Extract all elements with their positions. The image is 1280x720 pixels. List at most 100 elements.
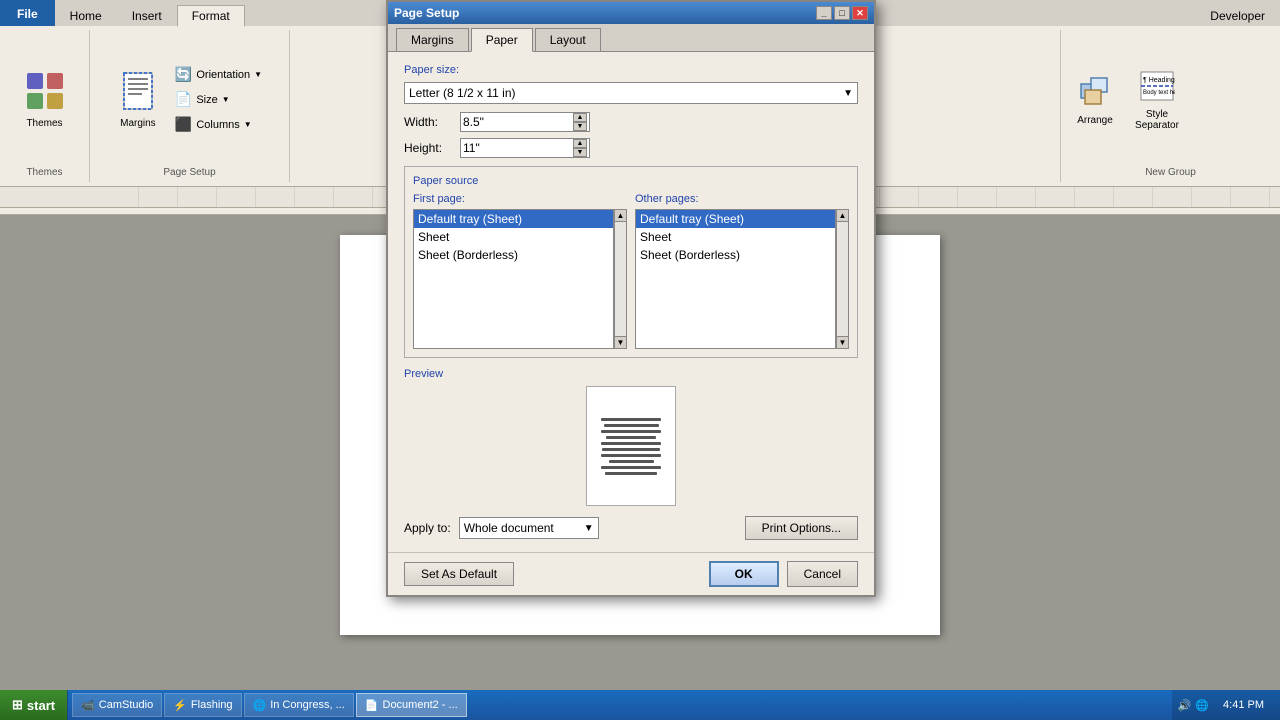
preview-line-3: [601, 430, 661, 433]
other-pages-scroll-track: [837, 222, 848, 336]
orientation-arrow: ▼: [254, 70, 262, 79]
svg-text:¶ Heading 1: ¶ Heading 1: [1143, 77, 1175, 84]
width-label: Width:: [404, 115, 454, 129]
tab-home[interactable]: Home: [55, 4, 117, 26]
arrange-label: Arrange: [1077, 115, 1113, 126]
first-page-scroll-down[interactable]: ▼: [615, 336, 626, 348]
style-separator-icon: ¶ Heading 1 Body text here: [1139, 68, 1175, 107]
first-page-label: First page:: [413, 193, 627, 205]
margins-icon: [120, 71, 156, 116]
apply-to-select[interactable]: Whole document ▼: [459, 517, 599, 539]
other-pages-item-1[interactable]: Sheet: [636, 228, 835, 246]
height-spin-down[interactable]: ▼: [573, 148, 587, 157]
first-page-listbox[interactable]: Default tray (Sheet) Sheet Sheet (Border…: [413, 209, 614, 349]
other-pages-scroll-down[interactable]: ▼: [837, 336, 848, 348]
height-spin-up[interactable]: ▲: [573, 139, 587, 148]
tab-file[interactable]: File: [0, 0, 55, 26]
page-setup-small-btns: 🔄 Orientation ▼ 📄 Size ▼ ⬛ Columns ▼: [170, 63, 267, 136]
set-as-default-button[interactable]: Set As Default: [404, 562, 514, 586]
cancel-button[interactable]: Cancel: [787, 561, 858, 587]
preview-line-8: [609, 460, 654, 463]
dialog-body: Paper size: Letter (8 1/2 x 11 in) ▼ Wid…: [388, 52, 874, 552]
apply-row: Apply to: Whole document ▼ Print Options…: [404, 516, 858, 540]
tab-layout[interactable]: Layout: [535, 28, 601, 51]
arrange-icon: [1077, 74, 1113, 113]
taskbar-tray: 🔊 🌐 4:41 PM: [1172, 690, 1280, 720]
start-icon: ⊞: [12, 697, 23, 713]
taskbar: ⊞ start 📹 CamStudio ⚡ Flashing 🌐 In Cong…: [0, 690, 1280, 720]
tab-insert[interactable]: Insert: [117, 4, 177, 26]
browser-label: In Congress, ...: [270, 699, 345, 711]
taskbar-item-word[interactable]: 📄 Document2 - ...: [356, 693, 467, 717]
source-row: First page: Default tray (Sheet) Sheet S…: [413, 193, 849, 349]
close-button[interactable]: ✕: [852, 6, 868, 20]
page-setup-content: Margins 🔄 Orientation ▼ 📄 Size ▼: [112, 34, 267, 165]
width-row: Width: 8.5" ▲ ▼: [404, 112, 858, 132]
first-page-scrollbar[interactable]: ▲ ▼: [614, 209, 627, 349]
start-button[interactable]: ⊞ start: [0, 690, 68, 720]
paper-size-select[interactable]: Letter (8 1/2 x 11 in) ▼: [404, 82, 858, 104]
style-separator-button[interactable]: ¶ Heading 1 Body text here Style Separat…: [1131, 66, 1183, 134]
tab-developer[interactable]: Developer: [1195, 4, 1280, 26]
margins-button[interactable]: Margins: [112, 66, 164, 134]
start-label: start: [27, 698, 55, 713]
dialog-titlebar: Page Setup _ □ ✕: [388, 2, 874, 24]
tray-icon-1: 🔊: [1178, 699, 1192, 712]
height-spin-buttons: ▲ ▼: [573, 139, 587, 157]
width-value: 8.5": [463, 115, 484, 129]
tab-format[interactable]: Format: [177, 5, 245, 27]
taskbar-items: 📹 CamStudio ⚡ Flashing 🌐 In Congress, ..…: [68, 690, 1172, 720]
first-page-item-0[interactable]: Default tray (Sheet): [414, 210, 613, 228]
size-button[interactable]: 📄 Size ▼: [170, 88, 267, 111]
taskbar-item-camstudio[interactable]: 📹 CamStudio: [72, 693, 162, 717]
apply-to-value: Whole document: [464, 521, 554, 535]
camstudio-label: CamStudio: [99, 699, 153, 711]
first-page-scroll-up[interactable]: ▲: [615, 210, 626, 222]
other-pages-col: Other pages: Default tray (Sheet) Sheet …: [635, 193, 849, 349]
arrange-button[interactable]: Arrange: [1069, 66, 1121, 134]
other-pages-scroll-up[interactable]: ▲: [837, 210, 848, 222]
titlebar-buttons: _ □ ✕: [816, 6, 868, 20]
preview-line-4: [606, 436, 656, 439]
themes-button[interactable]: Themes: [19, 66, 71, 134]
orientation-icon: 🔄: [175, 66, 192, 83]
other-pages-scrollbar[interactable]: ▲ ▼: [836, 209, 849, 349]
height-spinbox[interactable]: 11" ▲ ▼: [460, 138, 590, 158]
flashing-label: Flashing: [191, 699, 233, 711]
width-spin-up[interactable]: ▲: [573, 113, 587, 122]
taskbar-item-browser[interactable]: 🌐 In Congress, ...: [244, 693, 354, 717]
width-spin-down[interactable]: ▼: [573, 122, 587, 131]
preview-line-9: [601, 466, 661, 469]
browser-icon: 🌐: [253, 699, 267, 712]
tab-margins[interactable]: Margins: [396, 28, 469, 51]
paper-size-section-label: Paper size:: [404, 64, 858, 76]
paper-source-label: Paper source: [413, 175, 849, 187]
width-spinbox[interactable]: 8.5" ▲ ▼: [460, 112, 590, 132]
other-pages-item-2[interactable]: Sheet (Borderless): [636, 246, 835, 264]
other-pages-item-0[interactable]: Default tray (Sheet): [636, 210, 835, 228]
columns-button[interactable]: ⬛ Columns ▼: [170, 113, 267, 136]
preview-line-2: [604, 424, 659, 427]
ok-button[interactable]: OK: [709, 561, 779, 587]
columns-arrow: ▼: [244, 120, 252, 129]
size-icon: 📄: [175, 91, 192, 108]
minimize-button[interactable]: _: [816, 6, 832, 20]
apply-to-arrow: ▼: [584, 523, 594, 534]
themes-group-label: Themes: [26, 165, 62, 178]
camstudio-icon: 📹: [81, 699, 95, 712]
first-page-item-2[interactable]: Sheet (Borderless): [414, 246, 613, 264]
preview-line-7: [601, 454, 661, 457]
tab-paper[interactable]: Paper: [471, 28, 533, 52]
svg-text:Body text here: Body text here: [1143, 90, 1175, 96]
print-options-button[interactable]: Print Options...: [745, 516, 858, 540]
clock: 4:41 PM: [1213, 699, 1274, 711]
other-pages-listbox[interactable]: Default tray (Sheet) Sheet Sheet (Border…: [635, 209, 836, 349]
themes-content: Themes: [19, 34, 71, 165]
orientation-button[interactable]: 🔄 Orientation ▼: [170, 63, 267, 86]
page-setup-group-label: Page Setup: [163, 165, 215, 178]
taskbar-item-flashing[interactable]: ⚡ Flashing: [164, 693, 241, 717]
restore-button[interactable]: □: [834, 6, 850, 20]
flashing-icon: ⚡: [173, 699, 187, 712]
first-page-item-1[interactable]: Sheet: [414, 228, 613, 246]
columns-icon: ⬛: [175, 116, 192, 133]
